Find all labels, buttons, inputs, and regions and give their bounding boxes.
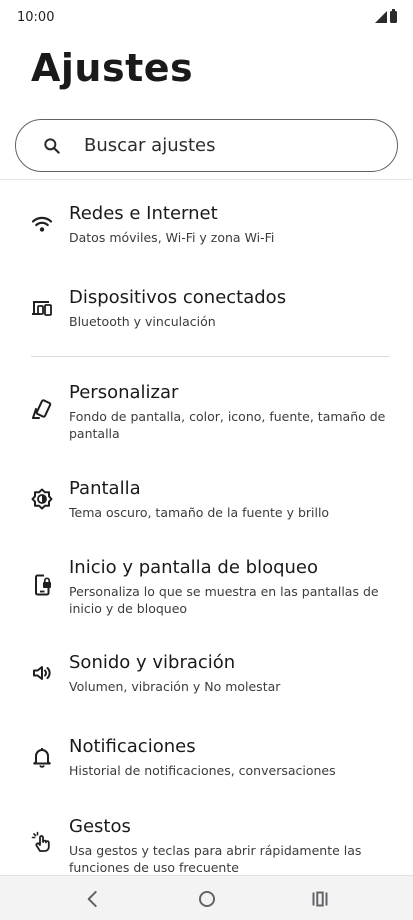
display-brightness-icon xyxy=(30,487,54,511)
settings-item-sound[interactable]: Sonido y vibración Volumen, vibración y … xyxy=(0,652,413,712)
item-title: Personalizar xyxy=(69,382,179,403)
search-bar[interactable]: Buscar ajustes xyxy=(15,119,398,172)
settings-item-gestures[interactable]: Gestos Usa gestos y teclas para abrir rá… xyxy=(0,816,413,875)
item-title: Gestos xyxy=(69,816,131,837)
home-icon[interactable] xyxy=(194,886,220,912)
item-title: Dispositivos conectados xyxy=(69,287,287,308)
item-title: Sonido y vibración xyxy=(69,652,236,673)
item-subtitle: Historial de notificaciones, conversacio… xyxy=(69,763,336,778)
item-subtitle: Tema oscuro, tamaño de la fuente y brill… xyxy=(69,505,330,520)
item-subtitle: Bluetooth y vinculación xyxy=(69,314,216,329)
top-divider xyxy=(0,179,413,180)
personalize-icon xyxy=(30,398,54,422)
settings-item-network[interactable]: Redes e Internet Datos móviles, Wi-Fi y … xyxy=(0,203,413,263)
volume-icon xyxy=(30,661,54,685)
status-icons xyxy=(375,9,397,23)
bell-icon xyxy=(30,745,54,769)
battery-icon xyxy=(390,9,397,23)
item-title: Redes e Internet xyxy=(69,203,218,224)
item-subtitle: Personaliza lo que se muestra en las pan… xyxy=(69,584,379,616)
wifi-icon xyxy=(30,212,54,236)
settings-item-display[interactable]: Pantalla Tema oscuro, tamaño de la fuent… xyxy=(0,478,413,538)
signal-icon xyxy=(375,11,387,23)
search-icon xyxy=(42,136,62,156)
recents-icon[interactable] xyxy=(307,886,333,912)
status-bar: 10:00 xyxy=(0,0,413,36)
settings-item-lock-screen[interactable]: Inicio y pantalla de bloqueo Personaliza… xyxy=(0,557,413,627)
item-subtitle: Volumen, vibración y No molestar xyxy=(69,679,281,694)
lock-screen-icon xyxy=(30,573,54,597)
search-placeholder: Buscar ajustes xyxy=(84,135,216,156)
back-icon[interactable] xyxy=(80,886,106,912)
item-title: Inicio y pantalla de bloqueo xyxy=(69,557,319,578)
settings-item-connected-devices[interactable]: Dispositivos conectados Bluetooth y vinc… xyxy=(0,287,413,347)
item-subtitle: Usa gestos y teclas para abrir rápidamen… xyxy=(69,843,362,875)
item-subtitle: Datos móviles, Wi-Fi y zona Wi-Fi xyxy=(69,230,275,245)
item-title: Notificaciones xyxy=(69,736,196,757)
item-subtitle: Fondo de pantalla, color, icono, fuente,… xyxy=(69,409,386,441)
gesture-hand-icon xyxy=(30,830,54,854)
settings-item-notifications[interactable]: Notificaciones Historial de notificacion… xyxy=(0,736,413,796)
item-title: Pantalla xyxy=(69,478,141,499)
navigation-bar xyxy=(0,875,413,920)
status-time: 10:00 xyxy=(17,10,55,25)
settings-item-personalize[interactable]: Personalizar Fondo de pantalla, color, i… xyxy=(0,382,413,452)
section-divider xyxy=(31,356,390,357)
page-title: Ajustes xyxy=(31,46,194,90)
connected-devices-icon xyxy=(30,296,54,320)
